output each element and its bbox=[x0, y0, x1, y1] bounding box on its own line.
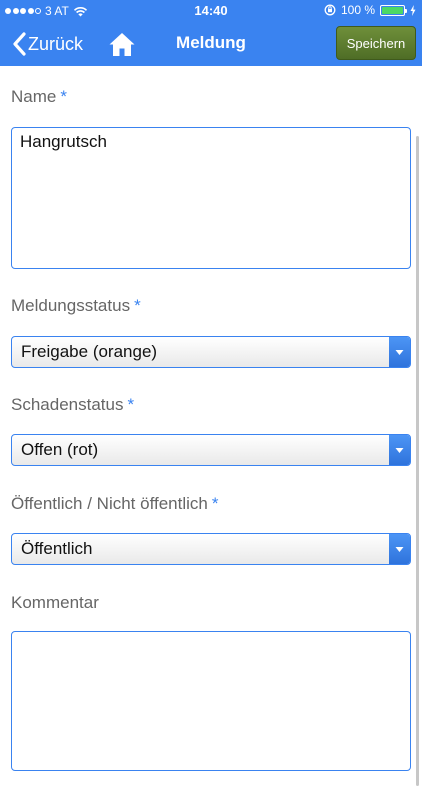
schadenstatus-value: Offen (rot) bbox=[21, 440, 99, 459]
dropdown-arrow-icon bbox=[389, 337, 410, 367]
schadenstatus-select[interactable]: Offen (rot) bbox=[11, 434, 411, 466]
status-bar: 3 AT 14:40 100 % bbox=[0, 0, 422, 22]
meldungsstatus-value: Freigabe (orange) bbox=[21, 342, 158, 361]
dropdown-arrow-icon bbox=[389, 435, 410, 465]
required-marker: * bbox=[211, 494, 219, 513]
kommentar-label-text: Kommentar bbox=[11, 593, 99, 612]
oeffentlich-label: Öffentlich / Nicht öffentlich * bbox=[11, 494, 219, 514]
oeffentlich-select[interactable]: Öffentlich bbox=[11, 533, 411, 565]
charging-icon bbox=[410, 4, 416, 16]
status-right: 100 % bbox=[324, 3, 416, 17]
name-label-text: Name bbox=[11, 87, 57, 106]
battery-percent: 100 % bbox=[340, 3, 375, 17]
schadenstatus-label-text: Schadenstatus bbox=[11, 395, 124, 414]
kommentar-label: Kommentar bbox=[11, 593, 99, 613]
save-button[interactable]: Speichern bbox=[336, 26, 416, 60]
header: 3 AT 14:40 100 % Zurück Meldung Speicher… bbox=[0, 0, 422, 66]
kommentar-field[interactable] bbox=[11, 631, 411, 771]
name-field[interactable]: Hangrutsch bbox=[11, 127, 411, 269]
battery-icon bbox=[380, 4, 407, 16]
dropdown-arrow-icon bbox=[389, 534, 410, 564]
name-label: Name * bbox=[11, 87, 67, 107]
scrollbar[interactable] bbox=[416, 136, 419, 786]
orientation-lock-icon bbox=[324, 4, 336, 16]
form: Name * Hangrutsch Meldungsstatus * Freigab… bbox=[0, 66, 422, 786]
meldungsstatus-label-text: Meldungsstatus bbox=[11, 296, 131, 315]
meldungsstatus-label: Meldungsstatus * bbox=[11, 296, 141, 316]
oeffentlich-value: Öffentlich bbox=[21, 539, 93, 558]
meldungsstatus-select[interactable]: Freigabe (orange) bbox=[11, 336, 411, 368]
oeffentlich-label-text: Öffentlich / Nicht öffentlich bbox=[11, 494, 208, 513]
required-marker: * bbox=[127, 395, 135, 414]
required-marker: * bbox=[60, 87, 67, 106]
required-marker: * bbox=[134, 296, 141, 315]
schadenstatus-label: Schadenstatus * bbox=[11, 395, 134, 415]
